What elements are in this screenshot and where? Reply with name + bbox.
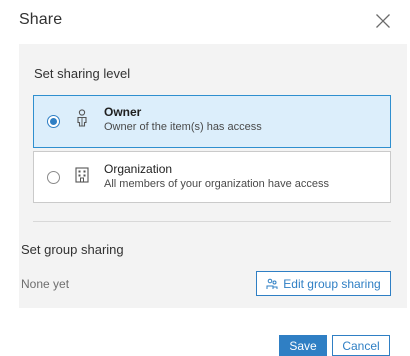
edit-group-sharing-label: Edit group sharing [283, 276, 381, 291]
group-sharing-label: Set group sharing [21, 242, 124, 257]
group-sharing-status: None yet [21, 277, 70, 291]
sharing-level-label: Set sharing level [34, 66, 131, 81]
person-icon [74, 109, 90, 127]
organization-radio[interactable] [47, 171, 60, 184]
sharing-option-owner[interactable]: Owner Owner of the item(s) has access [33, 95, 391, 148]
owner-radio[interactable] [47, 115, 60, 128]
owner-option-description: Owner of the item(s) has access [104, 121, 262, 133]
save-button[interactable]: Save [279, 335, 327, 356]
dialog-header: Share [0, 0, 410, 44]
sharing-option-organization[interactable]: Organization All members of your organiz… [33, 151, 391, 203]
edit-group-sharing-button[interactable]: Edit group sharing [256, 271, 391, 296]
close-icon[interactable] [375, 13, 391, 29]
organization-option-title: Organization [104, 162, 173, 176]
dialog-title: Share [19, 11, 63, 28]
organization-option-description: All members of your organization have ac… [104, 178, 329, 190]
cancel-button[interactable]: Cancel [332, 335, 390, 356]
organization-building-icon [74, 166, 90, 184]
share-dialog: Share Set sharing level Owner Owner of t… [0, 0, 410, 356]
owner-option-title: Owner [104, 105, 142, 119]
group-icon [266, 278, 278, 290]
section-divider [33, 221, 391, 222]
dialog-body: Set sharing level Owner Owner of the ite… [19, 44, 407, 308]
